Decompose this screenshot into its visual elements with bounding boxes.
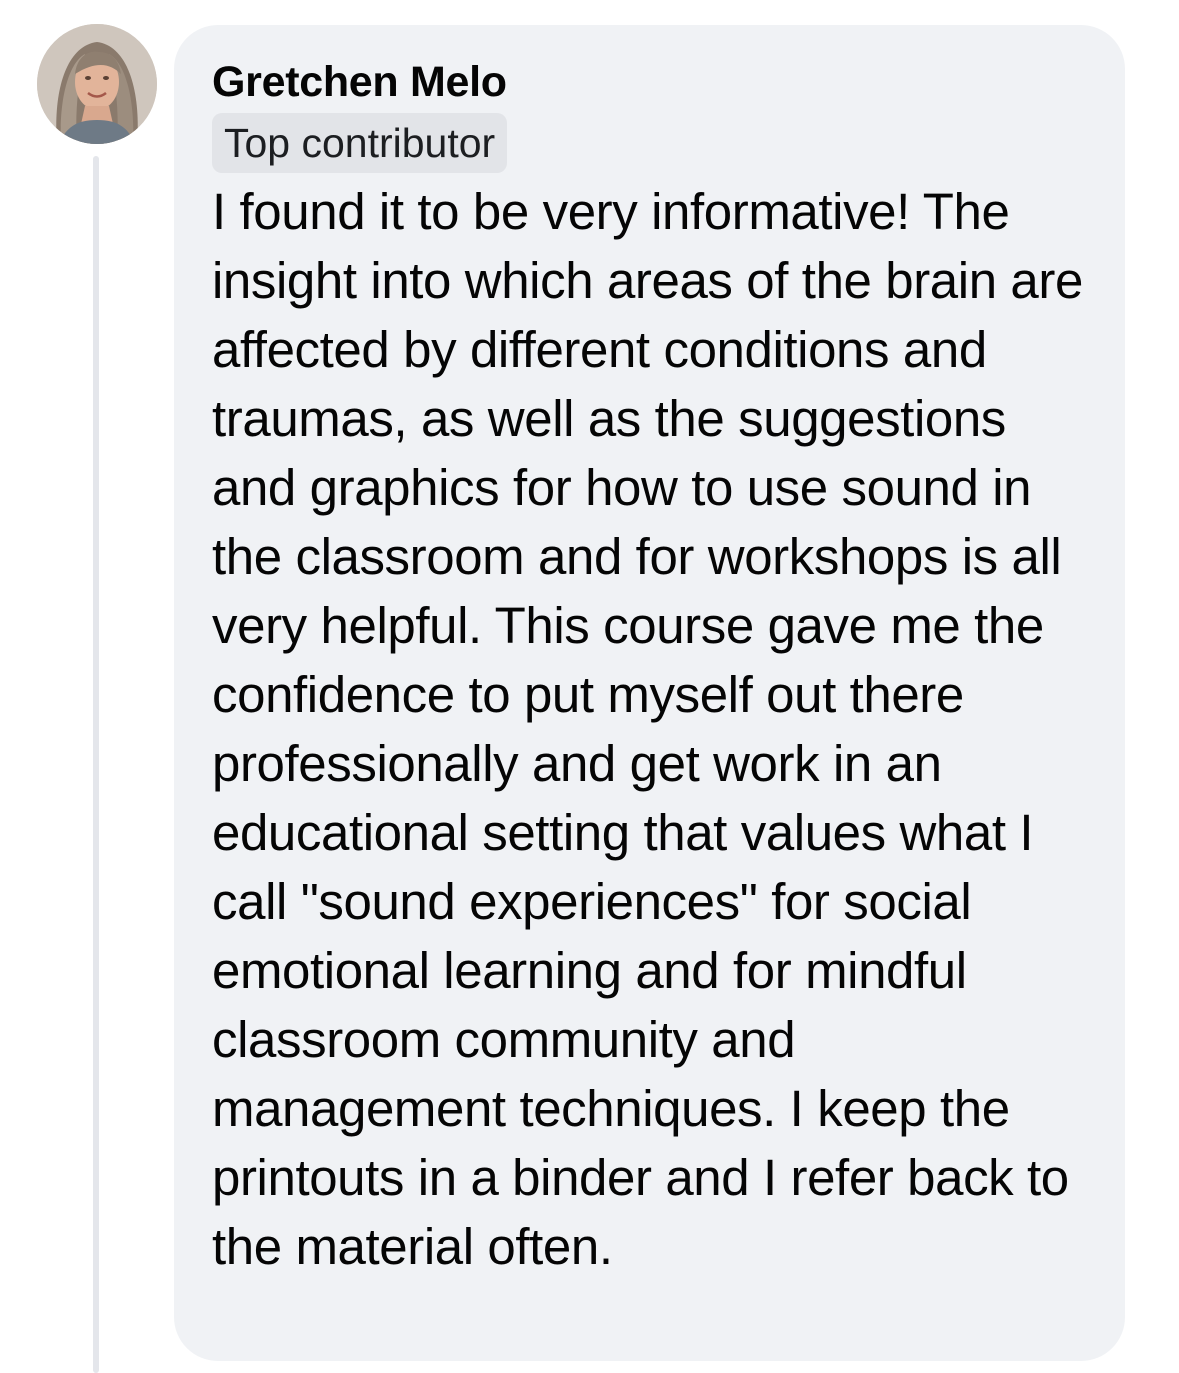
author-avatar[interactable] [37, 24, 157, 144]
comment-bubble: Gretchen Melo Top contributor I found it… [174, 25, 1125, 1361]
author-name[interactable]: Gretchen Melo [212, 55, 1095, 109]
comment-text: I found it to be very informative! The i… [212, 183, 1083, 1275]
reply-thread-line [93, 156, 99, 1373]
avatar-photo-icon [37, 24, 157, 144]
top-contributor-badge[interactable]: Top contributor [212, 113, 508, 173]
